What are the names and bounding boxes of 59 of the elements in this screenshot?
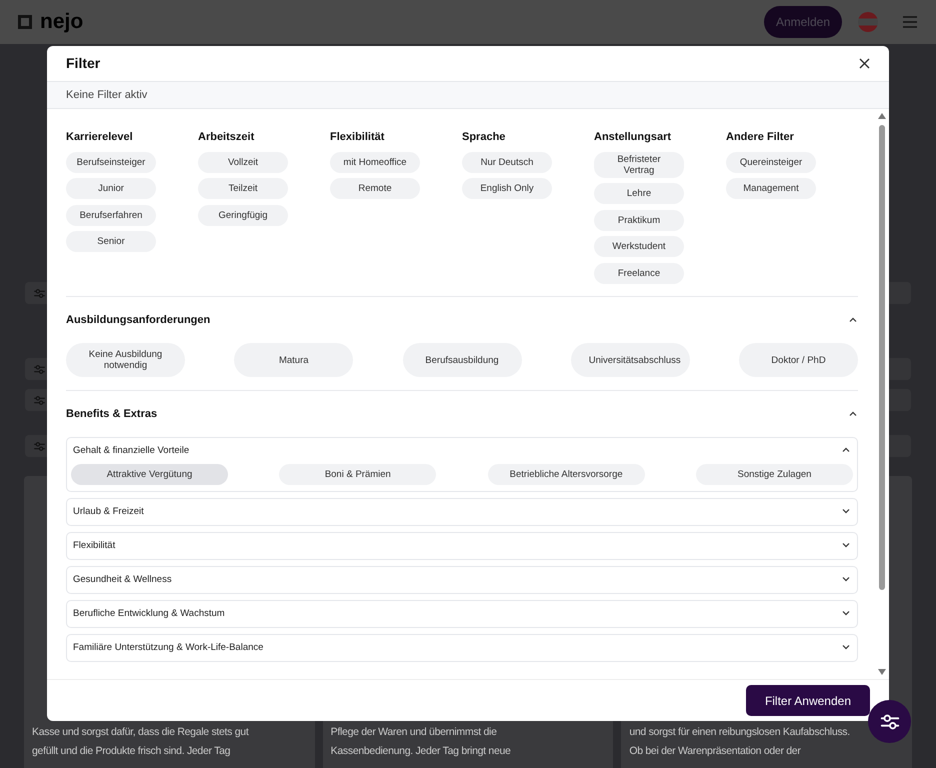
card-text: Kasse und sorgst dafür, dass die Regale stets gut — [32, 725, 250, 740]
filter-chip[interactable]: Sonstige Zulagen — [696, 464, 853, 485]
filter-chip[interactable]: Doktor / PhD — [739, 343, 858, 377]
group-heading: Arbeitszeit — [198, 130, 256, 145]
active-filters-text: Keine Filter aktiv — [66, 88, 148, 103]
subsection-heading[interactable]: Urlaub & Freizeit — [73, 504, 144, 520]
filter-chip[interactable]: Keine Ausbildung notwendig — [66, 343, 185, 377]
section-heading[interactable]: Ausbildungsanforderungen — [66, 312, 210, 328]
filter-chip[interactable]: Attraktive Vergütung — [71, 464, 228, 485]
filter-chip[interactable]: Matura — [234, 343, 354, 377]
card-text: Kassenbedienung. Jeder Tag bringt neue — [330, 744, 512, 759]
filter-chip[interactable]: Lehre — [594, 183, 684, 204]
scroll-down-icon[interactable] — [878, 669, 886, 675]
filter-icon — [33, 362, 46, 376]
filter-chip[interactable]: Freelance — [594, 262, 684, 284]
filter-icon — [33, 286, 46, 300]
apply-filter-button[interactable]: Filter Anwenden — [746, 685, 870, 716]
subsection-heading[interactable]: Berufliche Entwicklung & Wachstum — [73, 606, 225, 622]
filter-chip[interactable]: Betriebliche Altersvorsorge — [488, 464, 645, 485]
filter-chip[interactable]: Management — [726, 178, 816, 199]
filter-chip[interactable]: Teilzeit — [198, 178, 288, 199]
filter-chip[interactable]: Boni & Prämien — [279, 464, 436, 485]
card-text: und sorgst für einen reibungslosen Kaufabschluss. — [629, 725, 851, 740]
filter-chip[interactable]: Geringfügig — [198, 204, 288, 226]
logo-icon — [18, 15, 32, 29]
filter-chip[interactable]: Universitätsabschluss — [570, 343, 690, 377]
filter-chip[interactable]: Vollzeit — [198, 152, 288, 172]
scrollbar[interactable] — [877, 113, 887, 675]
group-heading: Flexibilität — [330, 130, 386, 145]
filter-icon — [33, 394, 46, 406]
filter-chip[interactable]: Berufseinsteiger — [66, 152, 156, 172]
group-heading: Karrierelevel — [66, 130, 134, 145]
card-text: Pflege der Waren und übernimmst die — [330, 725, 498, 740]
subsection-heading[interactable]: Flexibilität — [73, 538, 116, 554]
filter-chip[interactable]: Werkstudent — [594, 236, 684, 257]
subsection-heading[interactable]: Gehalt & finanzielle Vorteile — [73, 444, 190, 458]
group-heading: Anstellungsart — [594, 130, 672, 145]
filter-chip[interactable]: Senior — [66, 231, 156, 252]
section-heading[interactable]: Benefits & Extras — [66, 406, 158, 422]
filter-chip[interactable]: Berufserfahren — [66, 204, 156, 226]
close-icon[interactable] — [859, 58, 870, 69]
dialog-title: Filter — [66, 54, 100, 73]
filter-chip[interactable]: mit Homeoffice — [330, 152, 420, 172]
card-text: Ob bei der Warenpräsentation oder der — [629, 744, 802, 759]
group-heading: Andere Filter — [726, 130, 795, 145]
group-heading: Sprache — [462, 130, 506, 145]
subsection-heading[interactable]: Gesundheit & Wellness — [73, 572, 172, 588]
filter-chip[interactable]: Junior — [66, 178, 156, 199]
filter-chip[interactable]: Praktikum — [594, 210, 684, 230]
filter-chip[interactable]: English Only — [462, 178, 552, 199]
filter-chip[interactable]: Remote — [330, 178, 420, 199]
filter-icon — [33, 440, 46, 452]
scroll-up-icon[interactable] — [878, 113, 886, 119]
filter-chip[interactable]: Befristeter Vertrag — [594, 152, 684, 178]
filter-chip[interactable]: Quereinsteiger — [726, 152, 816, 172]
filter-chip[interactable]: Nur Deutsch — [462, 152, 552, 172]
card-text: gefüllt und die Produkte frisch sind. Jeder Tag — [32, 744, 232, 759]
filter-chip[interactable]: Berufsausbildung — [402, 343, 522, 377]
subsection-heading[interactable]: Familiäre Unterstützung & Work-Life-Balance — [73, 640, 264, 656]
